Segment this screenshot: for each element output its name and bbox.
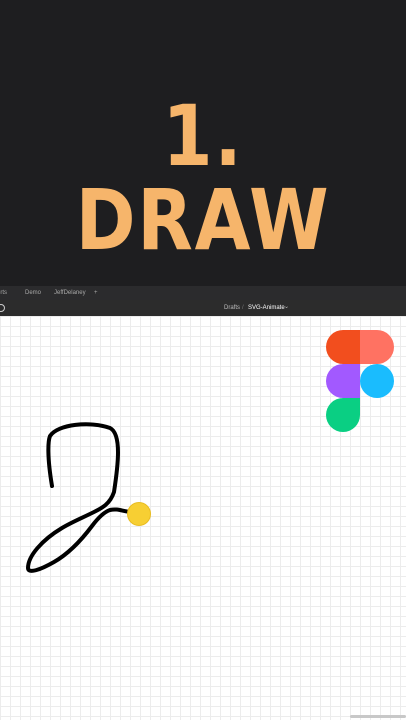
drawing-cursor <box>127 502 151 526</box>
search-icon[interactable] <box>0 304 5 312</box>
file-name[interactable]: SVG-Animate <box>248 305 285 311</box>
breadcrumb-drafts[interactable]: Drafts <box>224 305 240 311</box>
design-canvas[interactable] <box>0 316 406 720</box>
breadcrumb-separator: / <box>242 305 244 311</box>
title-heading: 1. DRAW <box>75 87 331 269</box>
tab-demo[interactable]: Demo <box>25 290 41 296</box>
chevron-down-icon[interactable]: ⌄ <box>284 303 289 310</box>
tab-jeffdelaney[interactable]: JeffDelaney <box>54 290 86 296</box>
editor-toolbar: Drafts / SVG-Animate ⌄ <box>0 300 406 316</box>
title-card: 1. DRAW <box>0 0 406 286</box>
freehand-stroke <box>26 422 134 573</box>
tab-bar: orts Demo JeffDelaney + <box>0 286 406 301</box>
tab-exports[interactable]: orts <box>0 290 7 296</box>
new-tab-button[interactable]: + <box>94 290 98 296</box>
horizontal-scrollbar[interactable] <box>350 715 406 718</box>
